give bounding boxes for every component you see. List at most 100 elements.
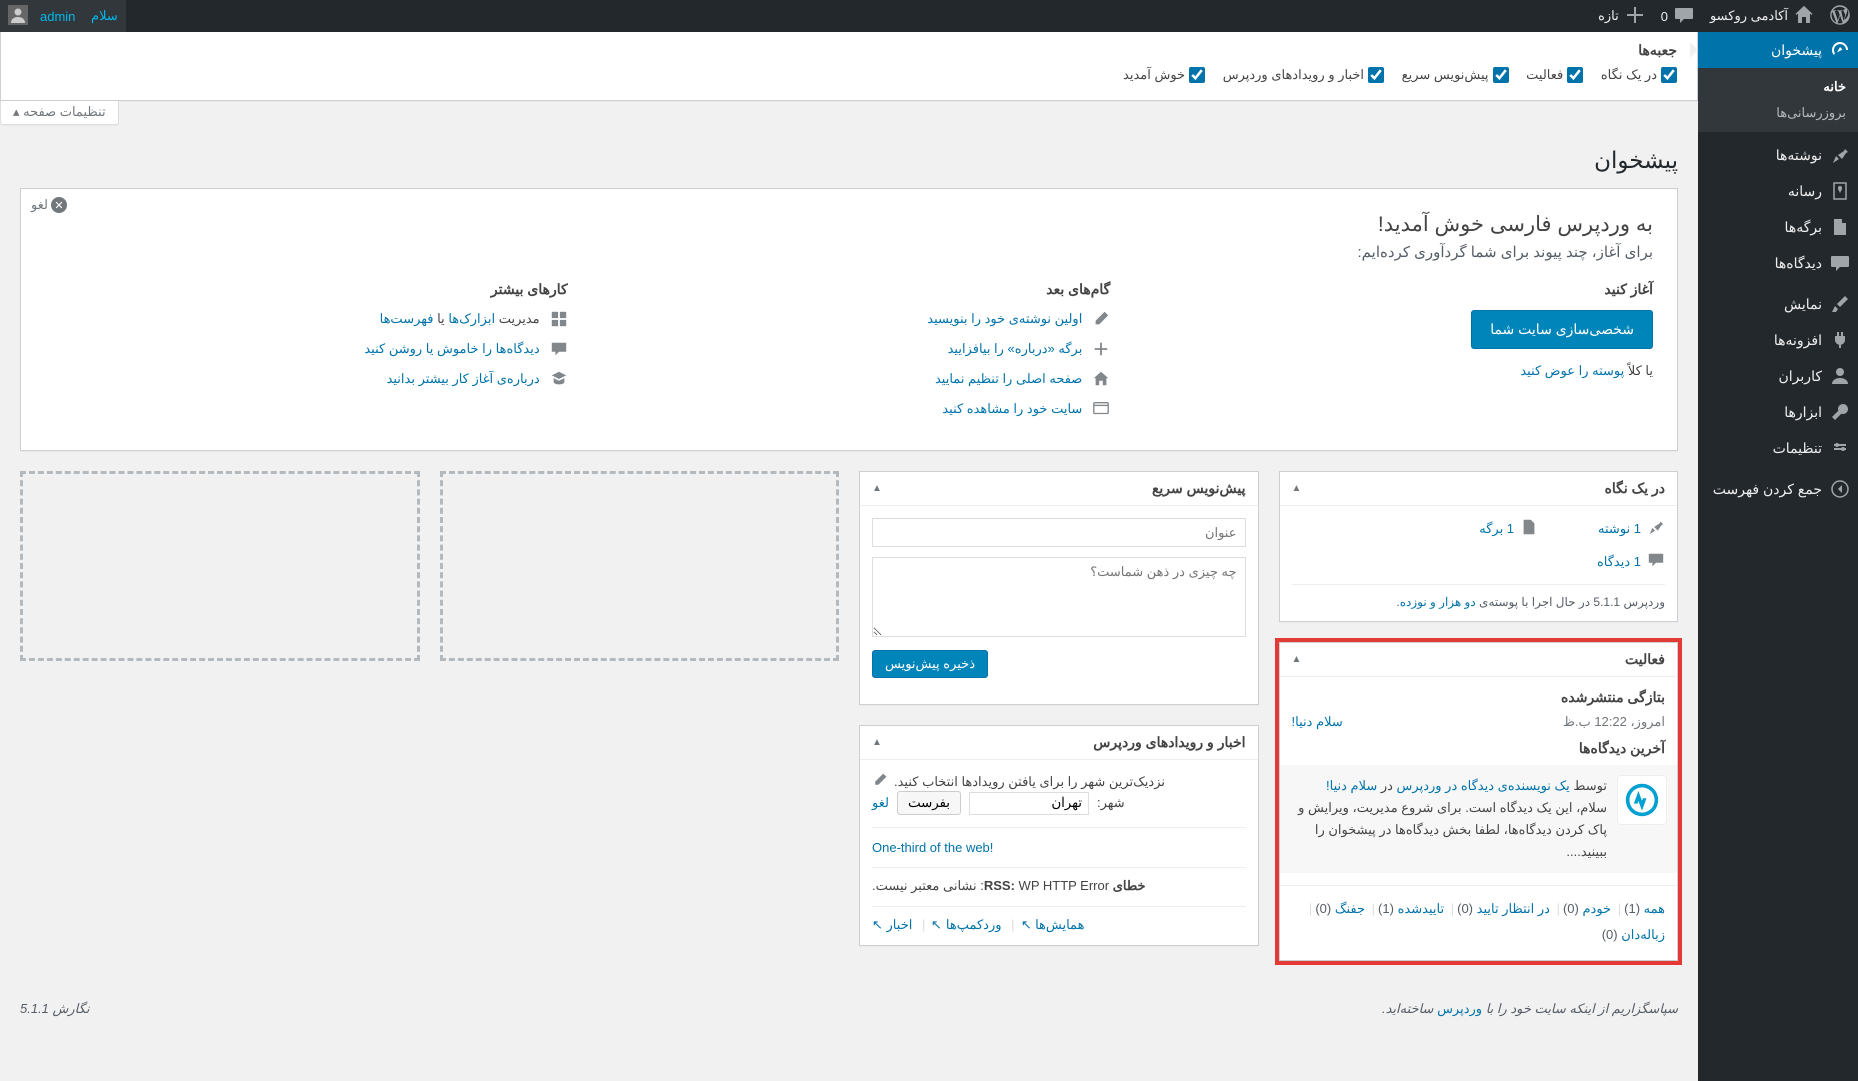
greeting-text: سلام (91, 8, 118, 24)
tools-icon (1830, 402, 1850, 422)
menu-dashboard-sub: خانه بروزرسانی‌ها (1698, 68, 1858, 132)
welcome-heading: به وردپرس فارسی خوش آمدید! (45, 212, 1653, 237)
submenu-updates[interactable]: بروزرسانی‌ها (1698, 100, 1858, 126)
menu-settings[interactable]: تنظیمات (1698, 430, 1858, 466)
glance-comments[interactable]: 1 دیدگاه (1597, 554, 1641, 570)
link-wordcamps[interactable]: وردکمپ‌ها ↗ (931, 917, 1001, 932)
filter-trash[interactable]: زباله‌دان (0) (1602, 927, 1665, 942)
admin-menu: پیشخوان خانه بروزرسانی‌ها نوشته‌ها رسانه… (1698, 32, 1858, 1081)
menu-media[interactable]: رسانه (1698, 173, 1858, 209)
menu-comments[interactable]: دیدگاه‌ها (1698, 245, 1858, 281)
version-line: وردپرس 5.1.1 در حال اجرا با پوسته‌ی دو ه… (1292, 584, 1666, 609)
site-link[interactable]: آکادمی روکسو (1702, 0, 1822, 32)
glance-pages[interactable]: 1 برگه (1479, 521, 1514, 537)
recent-comments-h: آخرین دیدگاه‌ها (1292, 740, 1666, 757)
screen-options-panel: جعبه‌ها در یک نگاه فعالیت پیش‌نویس سریع … (0, 32, 1698, 101)
toggle-news[interactable]: ▲ (872, 737, 882, 748)
widget-activity: فعالیت▲ بتازگی منتشرشده امروز، 12:22 ب.ظ… (1279, 642, 1679, 961)
comment-author[interactable]: یک نویسنده‌ی دیدگاه در وردپرس (1397, 778, 1570, 793)
checkbox-quickdraft[interactable]: پیش‌نویس سریع (1402, 67, 1509, 83)
link-first-post[interactable]: اولین نوشته‌ی خود را بنویسید (927, 311, 1082, 327)
link-menus[interactable]: فهرست‌ها (380, 311, 434, 326)
draft-title-input[interactable] (872, 518, 1246, 547)
pin-icon (1647, 518, 1665, 539)
menu-plugins[interactable]: افزونه‌ها (1698, 322, 1858, 358)
link-meetups[interactable]: همایش‌ها ↗ (1021, 917, 1085, 932)
checkbox-glance[interactable]: در یک نگاه (1601, 67, 1677, 83)
empty-widget-drop[interactable] (20, 471, 420, 661)
welcome-sub: برای آغاز، چند پیوند برای شما گردآوری کر… (45, 243, 1653, 261)
external-icon: ↗ (931, 917, 942, 933)
checkbox-welcome[interactable]: خوش آمدید (1123, 67, 1205, 83)
edit-icon (1092, 310, 1110, 328)
link-view-site[interactable]: سایت خود را مشاهده کنید (942, 401, 1082, 417)
filter-spam[interactable]: جفنگ (0) (1315, 901, 1365, 916)
plug-icon (1830, 330, 1850, 350)
wp-logo[interactable] (1822, 0, 1858, 32)
media-icon (1830, 181, 1850, 201)
link-news[interactable]: اخبار ↗ (872, 917, 912, 932)
pencil-icon[interactable] (872, 772, 888, 791)
recent-time: امروز، 12:22 ب.ظ (1563, 714, 1665, 730)
change-theme-line: یا کلاً پوسته را عوض کنید (1130, 363, 1653, 379)
city-submit[interactable]: بفرست (897, 791, 961, 815)
comments-count: 0 (1661, 9, 1668, 24)
comment-icon (1647, 551, 1665, 572)
empty-widget-drop[interactable] (440, 471, 840, 661)
home-icon (1794, 5, 1814, 28)
checkbox-activity[interactable]: فعالیت (1526, 67, 1583, 83)
my-account[interactable]: سلام admin (0, 0, 126, 32)
filter-approved[interactable]: تاییدشده (1) (1378, 901, 1444, 916)
submenu-home[interactable]: خانه (1698, 74, 1858, 100)
page-icon (1830, 217, 1850, 237)
filter-pending[interactable]: در انتظار تایید (0) (1457, 901, 1550, 916)
widget-quick-draft: پیش‌نویس سریع▲ ذخیره پیش‌نویس (859, 471, 1259, 705)
learn-icon (550, 370, 568, 388)
city-cancel[interactable]: لغو (872, 795, 889, 811)
change-theme-link[interactable]: پوسته را عوض کنید (1520, 363, 1624, 378)
checkbox-news[interactable]: اخبار و رویدادهای وردپرس (1223, 67, 1384, 83)
comments-link[interactable]: 0 (1653, 0, 1702, 32)
comment-icon (1830, 253, 1850, 273)
comment-post[interactable]: سلام دنیا! (1326, 778, 1377, 793)
screen-options-tab[interactable]: تنظیمات صفحه ▴ (0, 101, 119, 125)
glance-title: در یک نگاه (1605, 480, 1665, 497)
link-add-about[interactable]: برگه «درباره» را بیافزایید (948, 341, 1083, 357)
menu-pages[interactable]: برگه‌ها (1698, 209, 1858, 245)
link-setup-home[interactable]: صفحه اصلی را تنظیم نمایید (935, 371, 1082, 387)
city-input[interactable] (969, 792, 1089, 815)
save-draft-button[interactable]: ذخیره پیش‌نویس (872, 650, 988, 678)
link-toggle-comments[interactable]: دیدگاه‌ها را خاموش یا روشن کنید (364, 341, 539, 357)
glance-posts[interactable]: 1 نوشته (1598, 521, 1641, 537)
toggle-glance[interactable]: ▲ (1292, 483, 1302, 494)
dismiss-welcome[interactable]: ✕لغو (31, 197, 67, 213)
close-icon: ✕ (51, 197, 67, 213)
activity-title: فعالیت (1625, 651, 1665, 668)
menu-users[interactable]: کاربران (1698, 358, 1858, 394)
customize-button[interactable]: شخصی‌سازی سایت شما (1471, 310, 1653, 349)
menu-collapse[interactable]: جمع کردن فهرست (1698, 471, 1858, 507)
page-icon (1520, 518, 1538, 539)
menu-appearance[interactable]: نمایش (1698, 286, 1858, 322)
menu-posts[interactable]: نوشته‌ها (1698, 137, 1858, 173)
filter-all[interactable]: همه (1) (1624, 901, 1665, 916)
external-icon: ↗ (872, 917, 883, 933)
news-title: اخبار و رویدادهای وردپرس (1093, 734, 1245, 751)
footer-version: نگارش 5.1.1 (20, 1001, 89, 1017)
filter-mine[interactable]: خودم (0) (1563, 901, 1611, 916)
menu-tools[interactable]: ابزارها (1698, 394, 1858, 430)
link-widgets[interactable]: ابزارک‌ها (448, 311, 495, 326)
link-learn-more[interactable]: درباره‌ی آغاز کار بیشتر بدانید (387, 371, 540, 387)
draft-content-input[interactable] (872, 557, 1246, 637)
toggle-quickdraft[interactable]: ▲ (872, 483, 882, 494)
recent-post-link[interactable]: سلام دنیا! (1292, 714, 1343, 730)
news-error: خطای RSS: WP HTTP Error: نشانی معتبر نیس… (872, 878, 1246, 894)
city-label: شهر: (1097, 795, 1125, 811)
footer-wp-link[interactable]: وردپرس (1437, 1001, 1482, 1016)
menu-dashboard[interactable]: پیشخوان (1698, 32, 1858, 68)
theme-link[interactable]: دو هزار و نوزده (1400, 595, 1476, 609)
page-footer: سپاسگزاریم از اینکه سایت خود را با وردپر… (0, 1001, 1698, 1027)
comment-icon (550, 340, 568, 358)
new-content[interactable]: تازه (1590, 0, 1653, 32)
toggle-activity[interactable]: ▲ (1292, 654, 1302, 665)
